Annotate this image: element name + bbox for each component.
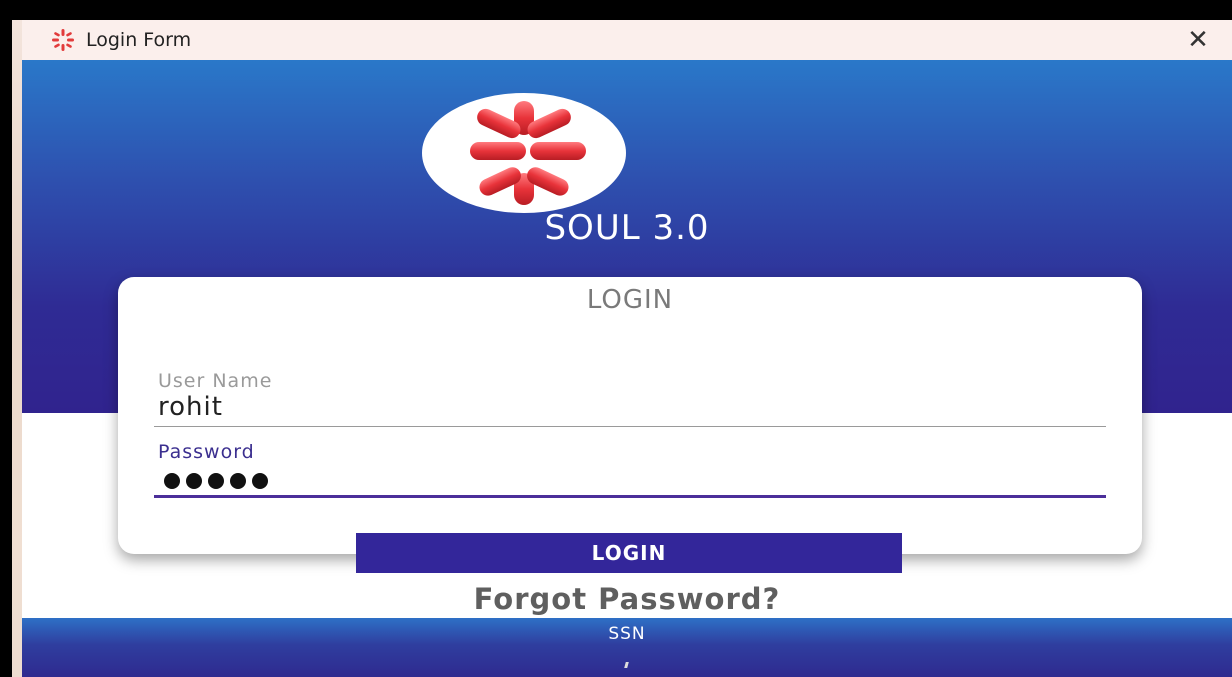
screen-border-left: [0, 0, 12, 677]
password-mask-dot: [230, 473, 246, 489]
soul-logo-icon: [470, 101, 586, 205]
login-button[interactable]: LOGIN: [356, 533, 902, 573]
soul-logo-icon: [52, 29, 74, 51]
username-input[interactable]: rohit: [158, 392, 223, 422]
password-underline: [154, 495, 1106, 498]
footer-text: SSN: [608, 624, 646, 644]
brand-name: SOUL 3.0: [544, 208, 710, 248]
footer-bar: SSN: [22, 618, 1232, 677]
password-label: Password: [158, 441, 255, 463]
username-underline: [154, 426, 1106, 427]
background-window-edge: [12, 20, 22, 677]
screen-border-top: [0, 0, 1232, 20]
login-window: Login Form ✕ SOUL 3.0 LOGIN User Name ro…: [22, 20, 1232, 677]
username-label: User Name: [158, 370, 273, 392]
password-mask-dot: [208, 473, 224, 489]
login-card-title: LOGIN: [586, 285, 674, 315]
forgot-password-link[interactable]: Forgot Password?: [22, 582, 1232, 616]
login-card: LOGIN User Name rohit Password: [118, 277, 1142, 554]
password-mask-dot: [186, 473, 202, 489]
brand-logo: [422, 93, 626, 213]
close-button[interactable]: ✕: [1178, 24, 1218, 56]
window-title: Login Form: [86, 29, 192, 51]
password-mask-dot: [164, 473, 180, 489]
password-mask-dot: [252, 473, 268, 489]
footer-mark: [624, 662, 629, 668]
close-icon: ✕: [1187, 25, 1209, 55]
title-bar: Login Form ✕: [22, 20, 1232, 60]
password-input[interactable]: [164, 473, 268, 489]
